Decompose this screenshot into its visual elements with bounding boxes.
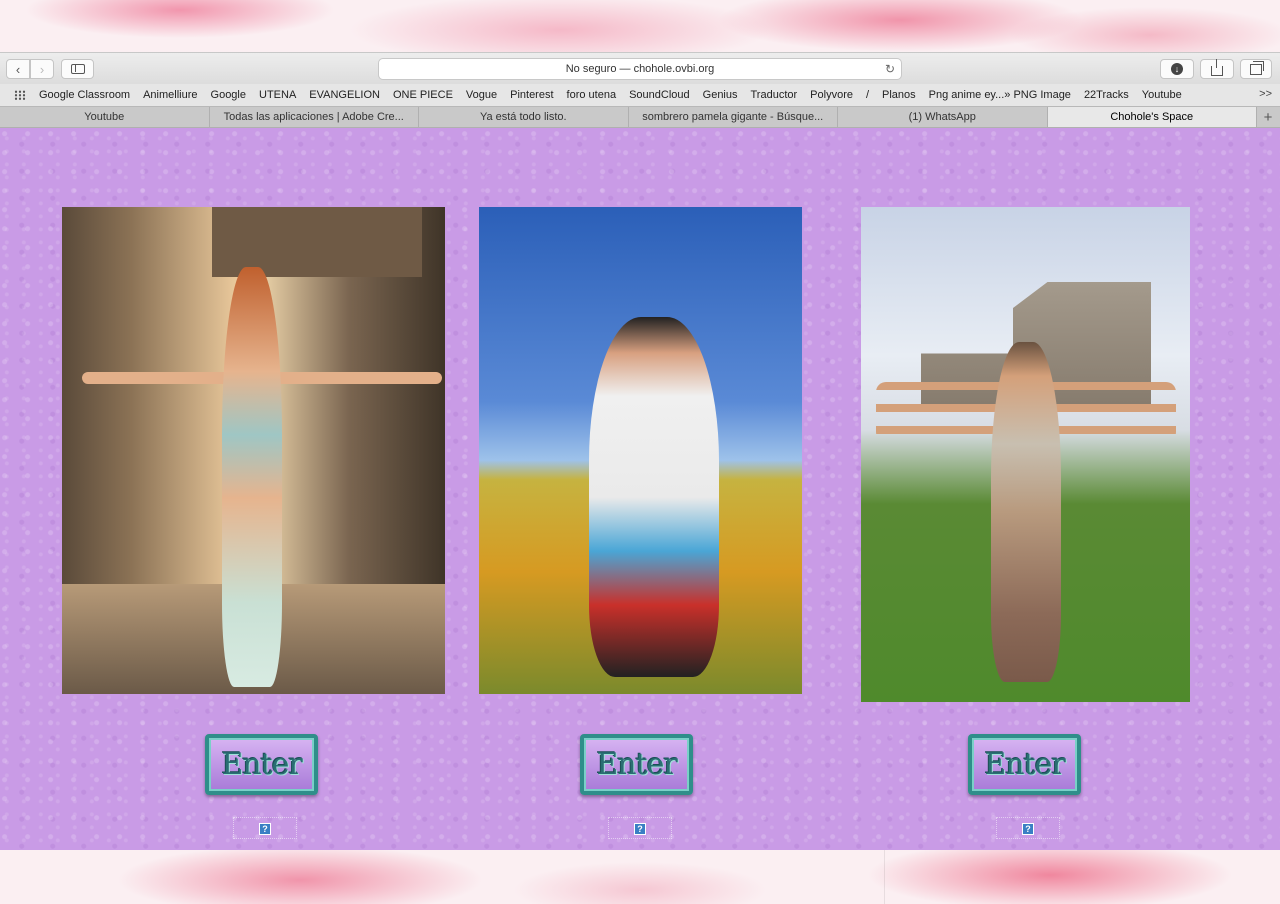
forward-button[interactable]: › — [30, 59, 54, 79]
reload-icon[interactable]: ↻ — [885, 62, 895, 76]
tab[interactable]: (1) WhatsApp — [838, 107, 1048, 127]
sidebar-toggle-button[interactable] — [61, 59, 94, 79]
sidebar-icon — [70, 64, 85, 74]
bookmark-item[interactable]: Google — [211, 89, 246, 101]
bookmarks-overflow-button[interactable]: >> — [1259, 88, 1272, 100]
page-content: Enter Enter Enter ? ? ? — [0, 128, 1280, 850]
bookmark-item[interactable]: Traductor — [751, 89, 798, 101]
enter-button[interactable]: Enter — [580, 734, 693, 795]
question-mark-icon[interactable]: ? — [1022, 823, 1034, 835]
new-tab-button[interactable]: + — [1257, 107, 1279, 127]
bookmark-item[interactable]: EVANGELION — [309, 89, 380, 101]
tabs-icon — [1250, 60, 1264, 75]
bookmark-item[interactable]: Animelliure — [143, 89, 197, 101]
watercolor-background-top — [0, 0, 1280, 52]
bookmark-item[interactable]: 22Tracks — [1084, 89, 1129, 101]
enter-button[interactable]: Enter — [205, 734, 318, 795]
background-seam — [884, 850, 885, 904]
bookmark-item[interactable]: Polyvore — [810, 89, 853, 101]
tab[interactable]: Youtube — [0, 107, 210, 127]
photo-figure — [991, 342, 1061, 682]
chevron-right-icon: › — [39, 61, 45, 77]
bookmark-item[interactable]: / — [866, 89, 869, 101]
share-icon — [1211, 59, 1223, 76]
question-mark-icon[interactable]: ? — [259, 823, 271, 835]
bookmark-item[interactable]: SoundCloud — [629, 89, 690, 101]
tab[interactable]: Ya está todo listo. — [419, 107, 629, 127]
photo-multi-armed-figure-castle — [861, 207, 1190, 702]
grid-icon[interactable] — [14, 90, 26, 100]
photo-collage-figure-meadow — [479, 207, 802, 694]
bookmark-item[interactable]: Planos — [882, 89, 916, 101]
watercolor-background-bottom — [0, 850, 1280, 904]
browser-toolbar: ‹ › No seguro — chohole.ovbi.org ↻ ↓ — [0, 52, 1280, 85]
photo-figure — [589, 317, 719, 677]
tab[interactable]: sombrero pamela gigante - Búsque... — [629, 107, 838, 127]
tab-bar: Youtube Todas las aplicaciones | Adobe C… — [0, 106, 1280, 128]
tab-active[interactable]: Chohole's Space — [1047, 107, 1257, 127]
show-tabs-button[interactable] — [1240, 59, 1272, 79]
back-button[interactable]: ‹ — [6, 59, 30, 79]
address-bar[interactable]: No seguro — chohole.ovbi.org ↻ — [378, 58, 902, 80]
enter-button[interactable]: Enter — [968, 734, 1081, 795]
tab[interactable]: Todas las aplicaciones | Adobe Cre... — [210, 107, 419, 127]
bookmarks-bar: Google Classroom Animelliure Google UTEN… — [0, 84, 1280, 106]
question-mark-icon[interactable]: ? — [634, 823, 646, 835]
bookmark-item[interactable]: Png anime ey...» PNG Image — [929, 89, 1071, 101]
photo-figure — [222, 267, 282, 687]
address-text: No seguro — chohole.ovbi.org — [565, 63, 715, 75]
bookmark-item[interactable]: UTENA — [259, 89, 296, 101]
download-icon: ↓ — [1171, 63, 1183, 75]
downloads-button[interactable]: ↓ — [1160, 59, 1194, 79]
bookmark-item[interactable]: Genius — [703, 89, 738, 101]
bookmark-item[interactable]: ONE PIECE — [393, 89, 453, 101]
bookmark-item[interactable]: foro utena — [567, 89, 617, 101]
bookmark-item[interactable]: Vogue — [466, 89, 497, 101]
bookmark-item[interactable]: Google Classroom — [39, 89, 130, 101]
bookmark-item[interactable]: Youtube — [1142, 89, 1182, 101]
bookmark-item[interactable]: Pinterest — [510, 89, 553, 101]
photo-horned-figure-alley — [62, 207, 445, 694]
chevron-left-icon: ‹ — [15, 61, 21, 77]
share-button[interactable] — [1200, 59, 1234, 79]
